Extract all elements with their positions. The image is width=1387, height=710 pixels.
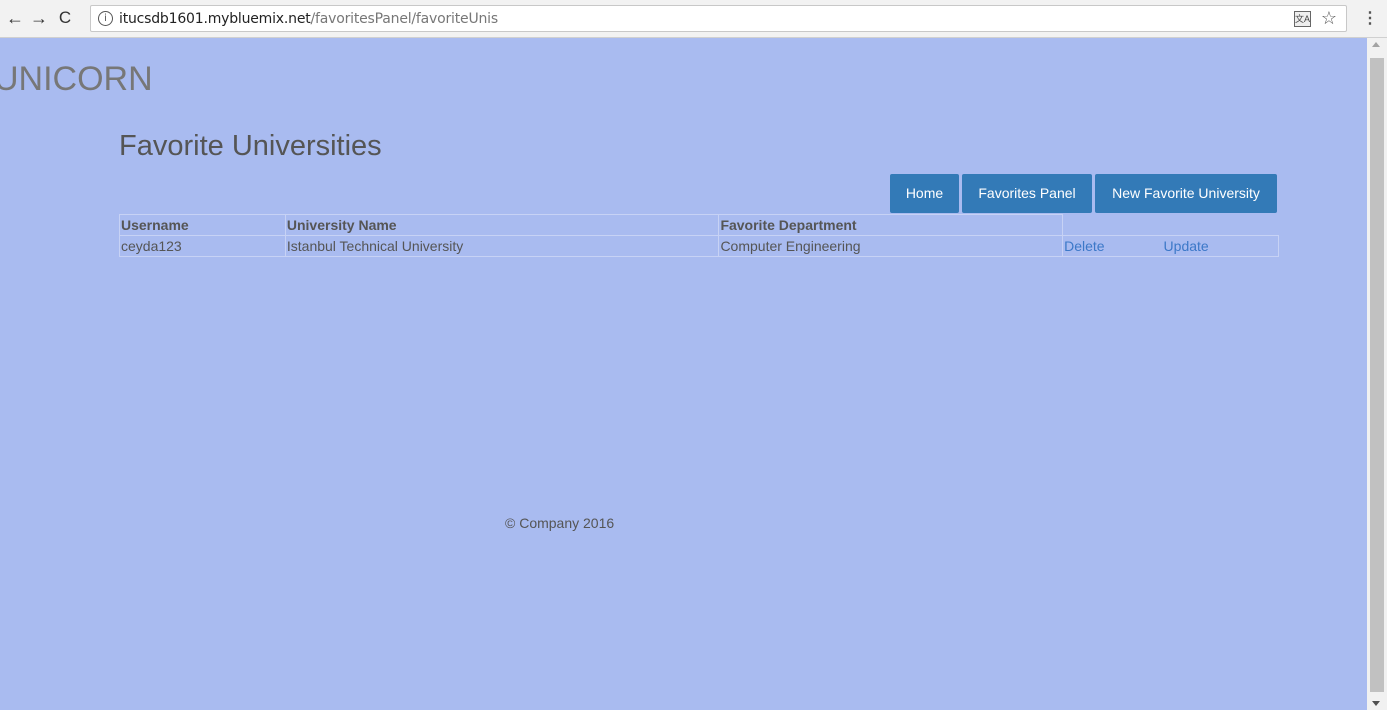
cell-favorite-department: Computer Engineering [718, 235, 1064, 257]
cell-delete: Delete [1062, 235, 1163, 257]
footer-copyright: © Company 2016 [505, 515, 615, 531]
address-bar[interactable]: i itucsdb1601.mybluemix.net/favoritesPan… [90, 5, 1347, 32]
scroll-up-arrow-icon[interactable] [1372, 42, 1380, 47]
vertical-scrollbar[interactable] [1367, 38, 1387, 710]
new-favorite-university-button[interactable]: New Favorite University [1095, 174, 1277, 213]
bookmark-star-icon[interactable]: ☆ [1321, 8, 1337, 29]
home-button[interactable]: Home [890, 174, 959, 213]
update-link[interactable]: Update [1164, 238, 1209, 254]
url-host: itucsdb1601.mybluemix.net [119, 11, 311, 27]
favorites-panel-button[interactable]: Favorites Panel [962, 174, 1092, 213]
cell-username: ceyda123 [119, 235, 286, 257]
cell-update: Update [1162, 235, 1279, 257]
forward-arrow-icon[interactable]: → [28, 7, 50, 29]
translate-icon[interactable]: 文A [1294, 11, 1311, 27]
info-icon[interactable]: i [98, 11, 113, 26]
url-path: /favoritesPanel/favoriteUnis [310, 11, 499, 27]
favorites-table: Username University Name Favorite Depart… [119, 214, 1279, 257]
reload-icon[interactable]: C [54, 7, 76, 29]
brand-logo-text[interactable]: UNICORN [0, 60, 153, 99]
delete-link[interactable]: Delete [1064, 238, 1104, 254]
column-header-actions [1062, 214, 1279, 236]
browser-toolbar: ← → C i itucsdb1601.mybluemix.net/favori… [0, 0, 1387, 38]
column-header-university-name: University Name [284, 214, 720, 236]
scroll-down-arrow-icon[interactable] [1372, 701, 1380, 706]
url-text[interactable]: itucsdb1601.mybluemix.net/favoritesPanel… [119, 11, 498, 27]
table-row: ceyda123 Istanbul Technical University C… [119, 235, 1279, 257]
browser-menu-icon[interactable]: ⋮ [1362, 8, 1378, 28]
cell-university-name: Istanbul Technical University [284, 235, 720, 257]
table-header-row: Username University Name Favorite Depart… [119, 214, 1279, 236]
scrollbar-thumb[interactable] [1370, 58, 1384, 692]
column-header-username: Username [119, 214, 286, 236]
column-header-favorite-department: Favorite Department [718, 214, 1064, 236]
back-arrow-icon[interactable]: ← [4, 7, 26, 29]
page-title: Favorite Universities [119, 130, 382, 162]
